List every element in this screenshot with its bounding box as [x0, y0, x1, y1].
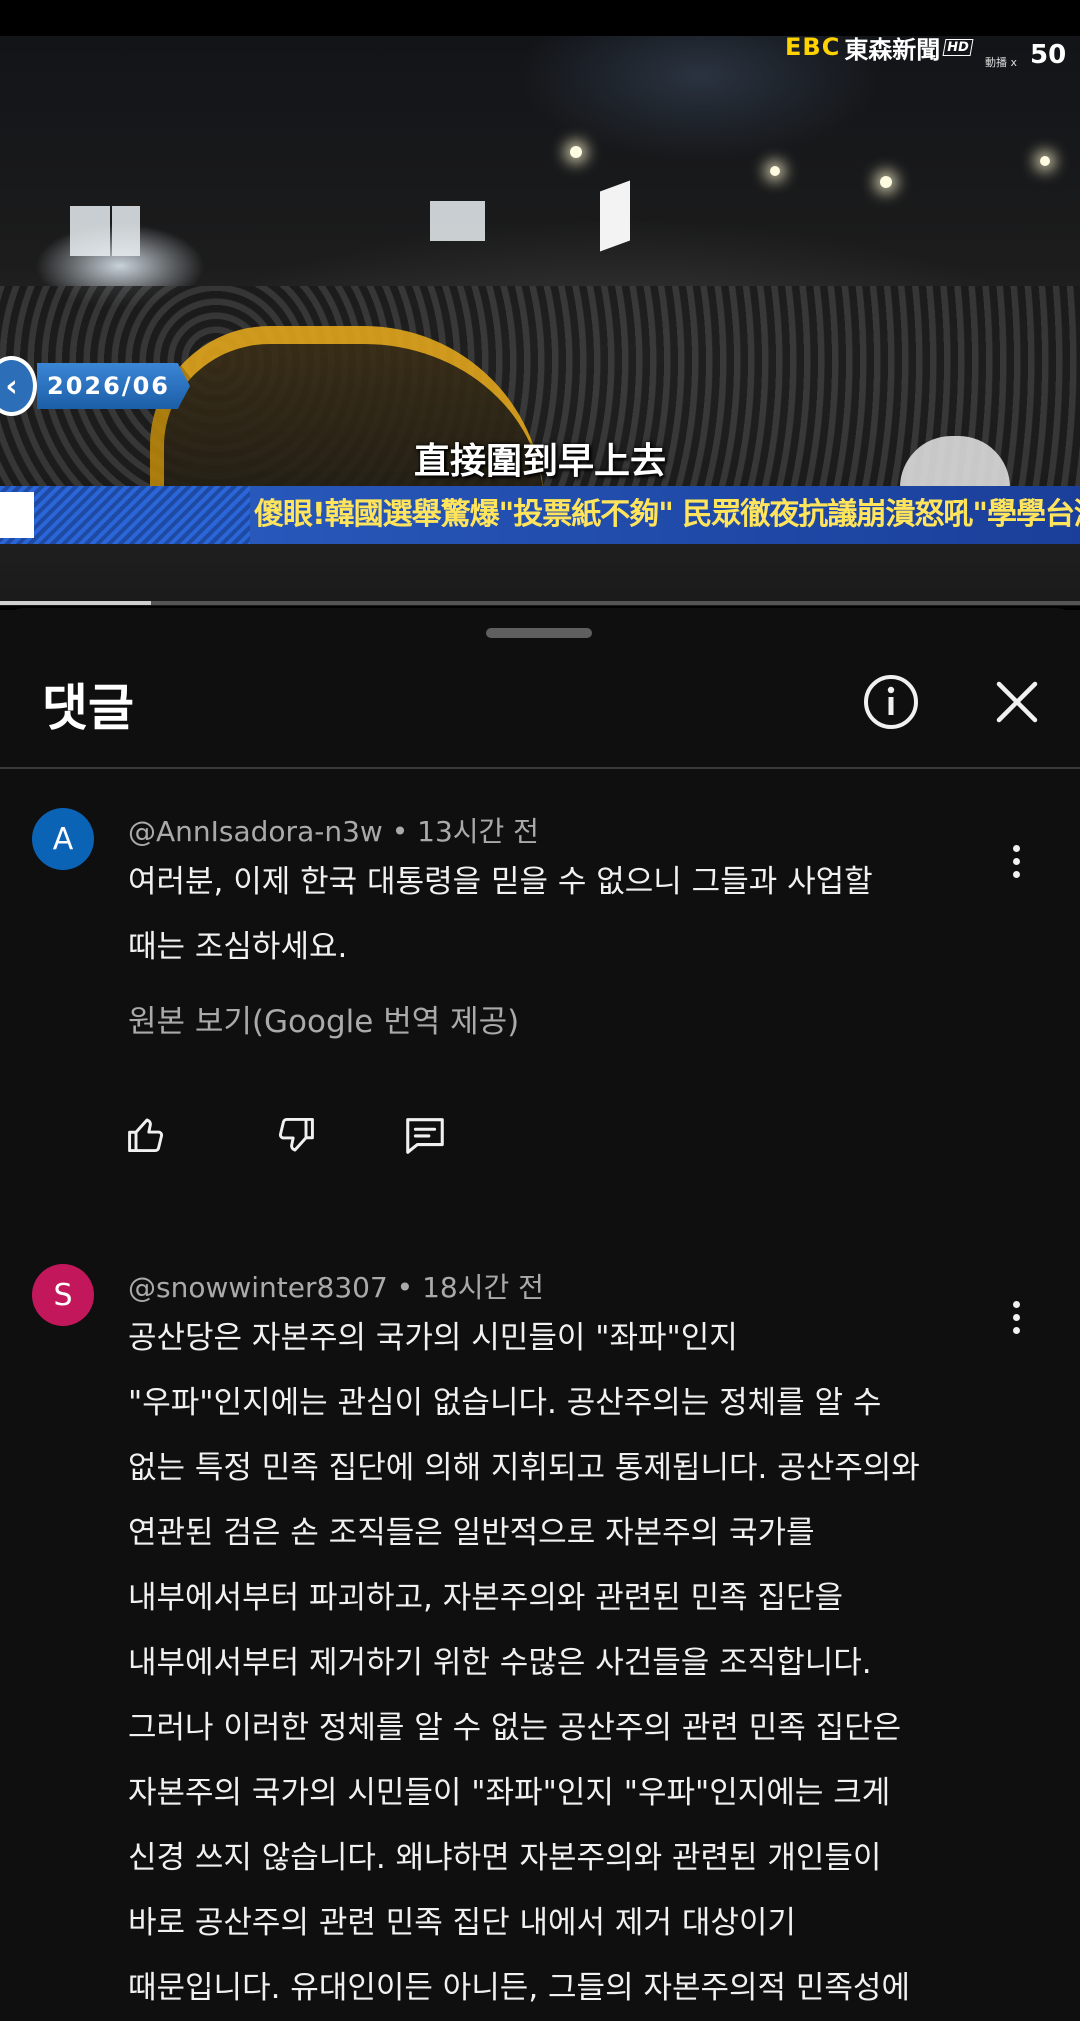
street-light — [570, 146, 582, 158]
avatar[interactable]: S — [32, 1264, 94, 1326]
view-original-link[interactable]: 원본 보기(Google 번역 제공) — [128, 996, 519, 1041]
date-badge-text: 2026/06 — [37, 363, 190, 409]
news-ticker: 傻眼!韓國選舉驚爆"投票紙不夠" 民眾徹夜抗議崩潰怒吼"學學台灣"! — [0, 486, 1080, 544]
sheet-title: 댓글 — [42, 679, 134, 737]
close-button[interactable] — [982, 667, 1052, 737]
channel-name: 東森新聞 — [844, 35, 941, 64]
avatar[interactable]: A — [32, 808, 94, 870]
channel-logo: EBC 東森新聞 HD — [785, 30, 974, 64]
reply-button[interactable] — [400, 1110, 450, 1160]
comment-item: S @snowwinter8307 • 18시간 전 공산당은 자본주의 국가의… — [0, 1254, 1080, 2014]
video-subtitle: 直接圍到早上去 — [413, 441, 666, 482]
more-vert-icon-dot — [1012, 857, 1020, 865]
comment-author[interactable]: @snowwinter8307 — [128, 1271, 388, 1304]
like-button[interactable] — [122, 1110, 172, 1160]
flag — [600, 180, 630, 252]
header-divider — [0, 767, 1080, 769]
more-vert-icon-dot — [1012, 870, 1020, 878]
comment-time: 13시간 전 — [417, 815, 539, 848]
news-ticker-block — [0, 492, 34, 538]
info-button[interactable] — [856, 667, 926, 737]
channel-logo-mark: EBC — [785, 33, 841, 61]
comment-text: 공산당은 자본주의 국가의 시민들이 "좌파"인지 "우파"인지에는 관심이 없… — [128, 1320, 920, 2006]
building-window — [112, 206, 140, 256]
date-badge-arrow-icon: ‹ — [0, 356, 38, 416]
meta-separator: • — [396, 1271, 423, 1304]
building-window — [430, 201, 485, 241]
date-badge: ‹ 2026/06 — [0, 356, 190, 416]
thumb-up-icon — [128, 1118, 164, 1153]
comment-time: 18시간 전 — [422, 1271, 544, 1304]
comment-item: A @AnnIsadora-n3w • 13시간 전 여러분, 이제 한국 대통… — [0, 798, 1080, 1178]
channel-sub: 動播 x — [985, 56, 1018, 69]
more-vert-icon — [1012, 1300, 1020, 1308]
info-icon — [864, 675, 918, 729]
video-player[interactable]: EBC 東森新聞 HD 動播 x 50 ‹ 2026/06 直接圍到早上去 傻眼… — [0, 0, 1080, 610]
more-vert-icon-dot — [1012, 1313, 1020, 1321]
comment-meta: @snowwinter8307 • 18시간 전 — [128, 1266, 544, 1306]
street-light — [880, 176, 892, 188]
close-icon — [996, 681, 1038, 723]
news-ticker-pattern — [0, 486, 250, 544]
dislike-button[interactable] — [270, 1110, 320, 1160]
channel-hd-badge: HD — [942, 38, 974, 56]
comment-text: 여러분, 이제 한국 대통령을 믿을 수 없으니 그들과 사업할 때는 조심하세… — [128, 864, 873, 965]
comment-author[interactable]: @AnnIsadora-n3w — [128, 815, 383, 848]
thumb-down-icon — [278, 1117, 314, 1152]
more-vert-icon-dot — [1012, 1326, 1020, 1334]
comments-sheet: 댓글 A @AnnIsadora-n3w • 13시간 전 여러분, 이제 한국… — [0, 608, 1080, 2006]
video-progress-bar[interactable] — [0, 601, 1080, 605]
meta-separator: • — [391, 815, 418, 848]
channel-number: 50 — [1030, 40, 1067, 70]
more-vert-icon — [1012, 844, 1020, 852]
drag-handle[interactable] — [486, 628, 592, 638]
video-progress-fill — [0, 601, 152, 605]
building-window — [70, 206, 110, 256]
reply-icon — [406, 1118, 444, 1154]
street-light — [770, 166, 780, 176]
street-light — [1040, 156, 1050, 166]
news-headline: 傻眼!韓國選舉驚爆"投票紙不夠" 民眾徹夜抗議崩潰怒吼"學學台灣"! — [254, 497, 1080, 532]
comment-meta: @AnnIsadora-n3w • 13시간 전 — [128, 810, 539, 850]
